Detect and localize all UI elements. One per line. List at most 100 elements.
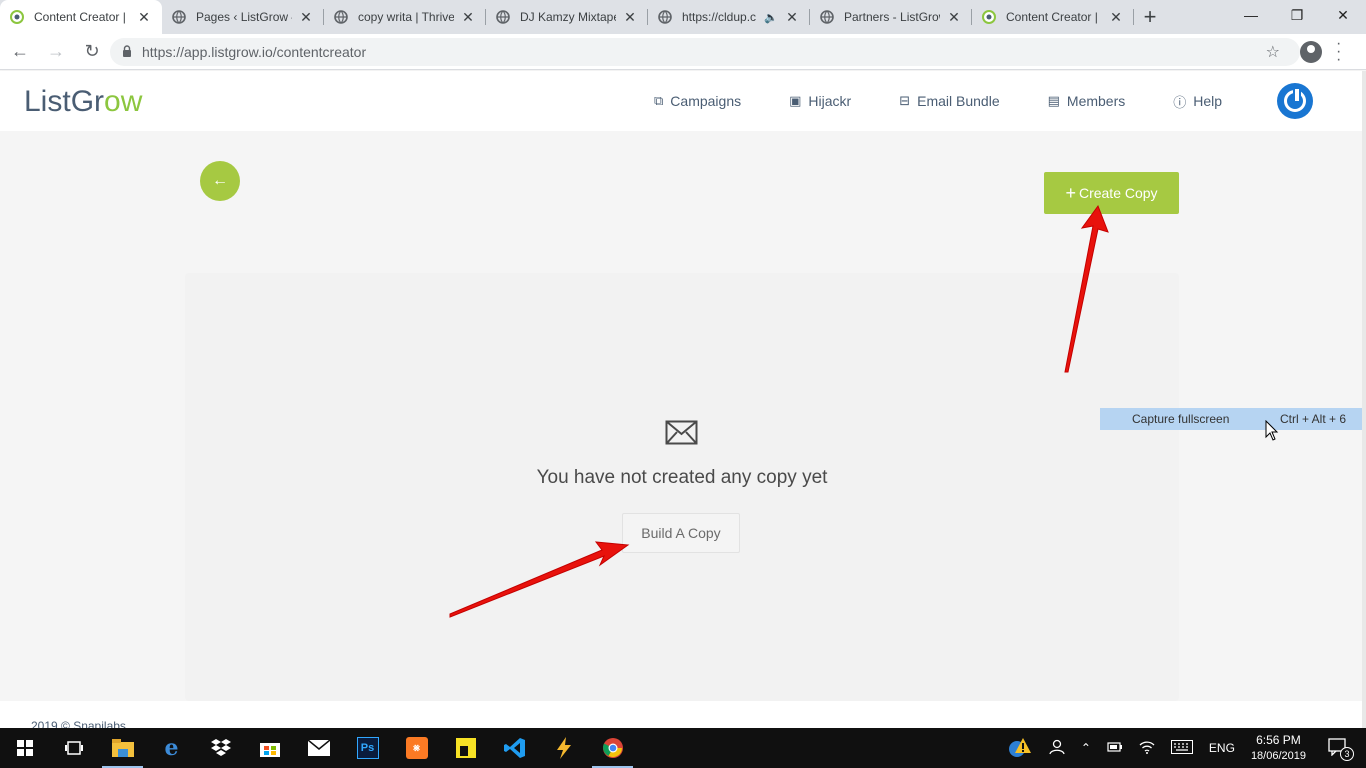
xampp-icon[interactable]: ⨳ xyxy=(392,728,441,768)
listgrow-favicon-icon xyxy=(10,10,24,24)
logo-text: List xyxy=(24,85,71,118)
nav-email-bundle[interactable]: ⊟ Email Bundle xyxy=(899,93,999,109)
page-scrollbar[interactable] xyxy=(1362,71,1366,728)
browser-tab[interactable]: copy writa | Thrive ✕ xyxy=(324,0,486,34)
nav-help[interactable]: ⓘ Help xyxy=(1173,92,1222,111)
create-copy-label: Create Copy xyxy=(1078,185,1158,201)
lock-icon xyxy=(122,44,132,60)
logo-text: Gr xyxy=(70,85,105,118)
browser-toolbar: ← → ↻ https://app.listgrow.io/contentcre… xyxy=(0,34,1366,70)
chrome-icon[interactable] xyxy=(588,728,637,768)
nav-label: Help xyxy=(1193,93,1223,109)
create-copy-button[interactable]: + Create Copy xyxy=(1044,172,1179,214)
envelope-icon xyxy=(665,419,698,447)
tab-title: Content Creator | L xyxy=(1006,10,1102,24)
nav-members[interactable]: ▤ Members xyxy=(1048,93,1126,109)
language-indicator[interactable]: ENG xyxy=(1209,741,1235,755)
tab-title: DJ Kamzy Mixtape xyxy=(520,10,616,24)
speaker-icon[interactable]: 🔈 xyxy=(764,11,778,24)
nav-label: Members xyxy=(1066,93,1126,109)
task-view-icon[interactable] xyxy=(49,728,98,768)
windows-taskbar: e Ps ⨳ ⌃ ENG 6:56 PM 18/06/2019 3 xyxy=(0,728,1366,768)
tab-title: Partners - ListGrow xyxy=(844,10,940,24)
tab-title: Pages ‹ ListGrow — xyxy=(196,10,292,24)
globe-icon xyxy=(172,10,186,24)
bookmark-star-icon[interactable]: ☆ xyxy=(1266,42,1280,62)
clock[interactable]: 6:56 PM 18/06/2019 xyxy=(1251,732,1306,764)
build-copy-button[interactable]: Build A Copy xyxy=(622,513,740,553)
close-icon[interactable]: ✕ xyxy=(136,9,152,26)
keyboard-icon[interactable] xyxy=(1170,739,1193,757)
edge-browser-icon[interactable]: e xyxy=(147,728,196,768)
browser-tab[interactable]: DJ Kamzy Mixtape ✕ xyxy=(486,0,648,34)
tab-title: copy writa | Thrive xyxy=(358,10,454,24)
vscode-icon[interactable] xyxy=(490,728,539,768)
chevron-up-icon[interactable]: ⌃ xyxy=(1081,741,1091,755)
nav-hijackr[interactable]: ▣ Hijackr xyxy=(789,93,851,109)
file-explorer-icon[interactable] xyxy=(98,728,147,768)
logo-text: ow xyxy=(104,85,143,118)
globe-icon xyxy=(334,10,348,24)
nav-label: Hijackr xyxy=(808,93,852,109)
address-bar[interactable]: https://app.listgrow.io/contentcreator ☆ xyxy=(110,38,1300,66)
browser-tab[interactable]: https://cldup.c 🔈 ✕ xyxy=(648,0,810,34)
notification-center-icon[interactable]: 3 xyxy=(1328,737,1354,761)
id-card-icon: ▤ xyxy=(1047,93,1060,108)
close-icon[interactable]: ✕ xyxy=(946,9,962,26)
new-tab-button[interactable]: + xyxy=(1134,0,1166,34)
close-icon[interactable]: ✕ xyxy=(1108,9,1124,26)
sticky-notes-icon[interactable] xyxy=(441,728,490,768)
flash-app-icon[interactable] xyxy=(539,728,588,768)
archive-icon: ⊟ xyxy=(899,93,911,108)
warning-icon[interactable] xyxy=(1007,736,1033,761)
minimize-button[interactable]: — xyxy=(1228,0,1274,30)
listgrow-favicon-icon xyxy=(982,10,996,24)
info-icon: ⓘ xyxy=(1173,94,1187,110)
reload-icon[interactable]: ↻ xyxy=(76,37,108,67)
nav-label: Campaigns xyxy=(670,93,742,109)
tab-separator xyxy=(1133,9,1134,25)
globe-icon xyxy=(658,10,672,24)
tab-title: Content Creator | L xyxy=(34,10,130,24)
window-close-button[interactable]: ✕ xyxy=(1320,0,1366,30)
people-icon[interactable] xyxy=(1049,739,1065,758)
browser-tab-strip: Content Creator | L ✕ Pages ‹ ListGrow —… xyxy=(0,0,1366,34)
profile-avatar-icon[interactable] xyxy=(1300,41,1322,63)
windows-start-icon[interactable] xyxy=(0,728,49,768)
close-icon[interactable]: ✕ xyxy=(460,9,476,26)
tab-title: https://cldup.c xyxy=(682,10,757,24)
globe-icon xyxy=(496,10,510,24)
menu-dots-icon[interactable]: · · · xyxy=(1336,36,1341,68)
nav-campaigns[interactable]: ⧉ Campaigns xyxy=(654,93,741,109)
battery-icon[interactable] xyxy=(1107,741,1123,756)
system-tray: ⌃ ENG 6:56 PM 18/06/2019 3 xyxy=(999,728,1366,768)
browser-tab[interactable]: Content Creator | L ✕ xyxy=(0,0,162,34)
mail-icon[interactable] xyxy=(294,728,343,768)
microsoft-store-icon[interactable] xyxy=(245,728,294,768)
back-arrow-icon[interactable]: ← xyxy=(4,37,36,67)
browser-tab[interactable]: Partners - ListGrow ✕ xyxy=(810,0,972,34)
camera-icon: ▣ xyxy=(789,93,802,108)
arrow-left-icon: ← xyxy=(212,172,228,189)
photoshop-icon[interactable]: Ps xyxy=(343,728,392,768)
clock-date: 18/06/2019 xyxy=(1250,750,1306,762)
close-icon[interactable]: ✕ xyxy=(298,9,314,26)
listgrow-logo[interactable]: ListGrow xyxy=(24,85,142,119)
wifi-icon[interactable] xyxy=(1139,740,1155,757)
dropbox-icon[interactable] xyxy=(196,728,245,768)
close-icon[interactable]: ✕ xyxy=(622,9,638,26)
forward-arrow-icon[interactable]: → xyxy=(40,37,72,67)
notification-count-badge: 3 xyxy=(1340,746,1354,761)
url-text: https://app.listgrow.io/contentcreator xyxy=(142,44,367,60)
browser-tab[interactable]: Content Creator | L ✕ xyxy=(972,0,1134,34)
browser-tab[interactable]: Pages ‹ ListGrow — ✕ xyxy=(162,0,324,34)
capture-fullscreen-menu-item[interactable]: Capture fullscreen Ctrl + Alt + 6 xyxy=(1100,408,1362,430)
back-button[interactable]: ← xyxy=(200,161,240,201)
footer: 2019 © Snapilabs xyxy=(0,701,1362,733)
window-controls: — ❐ ✕ xyxy=(1228,0,1366,30)
close-icon[interactable]: ✕ xyxy=(784,9,800,26)
maximize-button[interactable]: ❐ xyxy=(1274,0,1320,30)
mouse-cursor-icon xyxy=(1265,419,1279,447)
power-icon[interactable] xyxy=(1277,83,1313,119)
campaigns-icon: ⧉ xyxy=(654,93,664,108)
